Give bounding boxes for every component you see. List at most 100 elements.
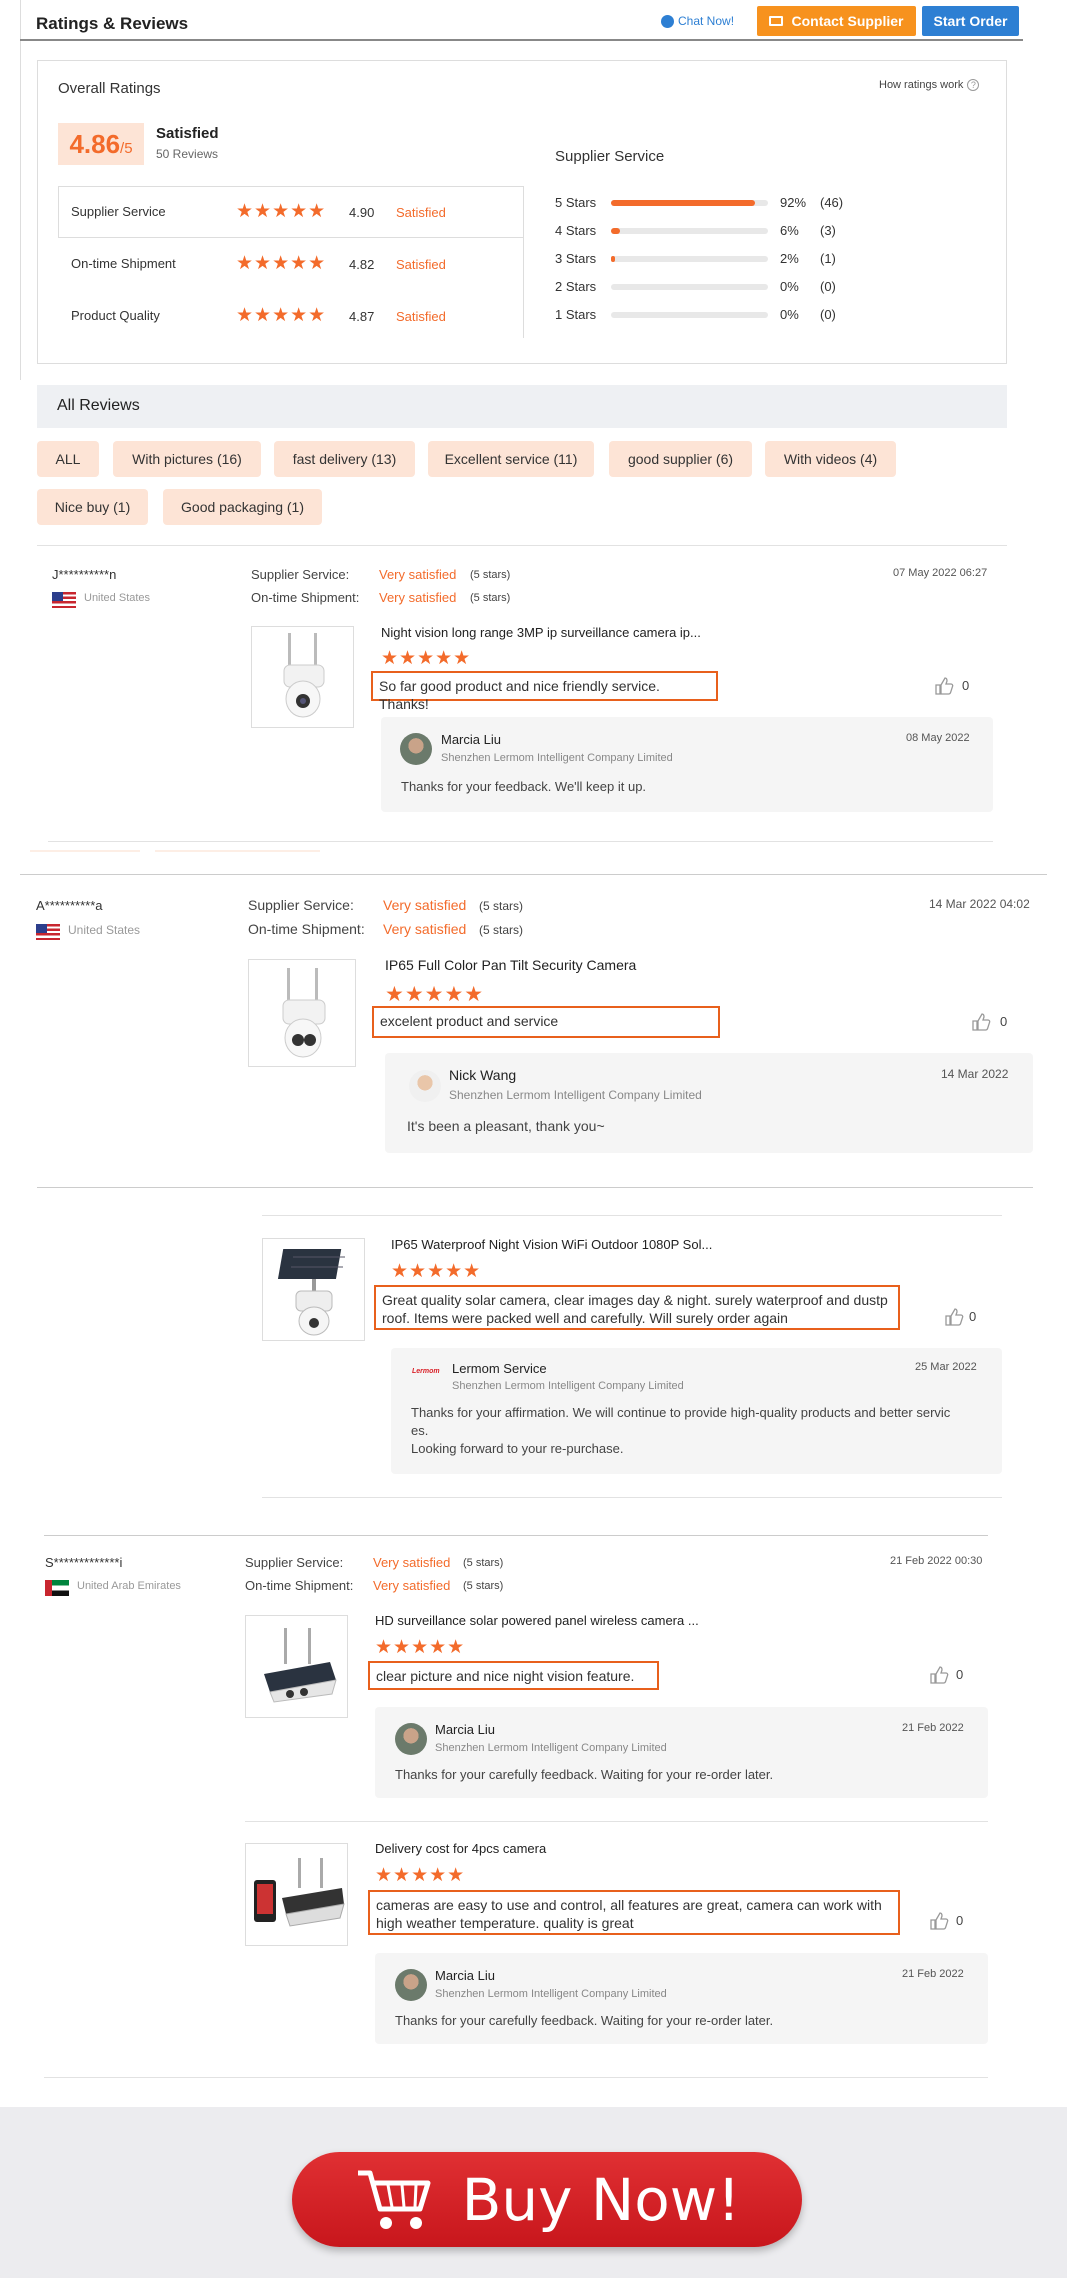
thumbs-up-icon[interactable] xyxy=(971,1012,991,1032)
buy-now-button[interactable]: Buy Now! xyxy=(292,2152,802,2247)
review-date: 21 Feb 2022 00:30 xyxy=(890,1555,983,1567)
reviewer-name: A**********a xyxy=(36,898,103,913)
reviewer-name: S*************i xyxy=(45,1555,123,1570)
star-level-percent: 0% xyxy=(780,307,799,322)
faded-chip-remnant xyxy=(155,850,320,852)
review-text-line: Great quality solar camera, clear images… xyxy=(382,1292,888,1308)
rating-row-status: Satisfied xyxy=(396,205,446,220)
review-stars-icon: ★★★★★ xyxy=(375,1636,466,1658)
product-thumbnail[interactable] xyxy=(245,1843,348,1946)
filter-chip-with-pictures[interactable]: With pictures (16) xyxy=(113,441,261,477)
filter-chip-good-packaging[interactable]: Good packaging (1) xyxy=(163,489,322,525)
ontime-shipment-label: On-time Shipment: xyxy=(248,921,365,937)
replier-company: Shenzhen Lermom Intelligent Company Limi… xyxy=(441,752,673,764)
chat-now-link[interactable]: Chat Now! xyxy=(661,14,734,28)
reply-date: 21 Feb 2022 xyxy=(902,1968,964,1980)
star-distribution-row: 4 Stars 6% (3) xyxy=(555,221,975,241)
ontime-shipment-label: On-time Shipment: xyxy=(245,1578,354,1593)
star-level-count: (46) xyxy=(820,195,844,210)
star-level-percent: 0% xyxy=(780,279,799,294)
section-divider xyxy=(37,1187,1033,1188)
thumbs-up-icon[interactable] xyxy=(929,1911,949,1931)
filter-chip-excellent-service[interactable]: Excellent service (11) xyxy=(428,441,594,477)
filter-chip-fast-delivery[interactable]: fast delivery (13) xyxy=(274,441,415,477)
star-level-label: 2 Stars xyxy=(555,279,597,294)
filter-chip-good-supplier[interactable]: good supplier (6) xyxy=(609,441,752,477)
star-level-label: 4 Stars xyxy=(555,223,597,238)
rating-row-status: Satisfied xyxy=(396,309,446,324)
envelope-icon xyxy=(769,16,784,26)
how-ratings-work-link[interactable]: How ratings work ? xyxy=(879,79,980,91)
rating-row-label: On-time Shipment xyxy=(71,256,176,271)
review-text-line: high weather temperature. quality is gre… xyxy=(376,1915,634,1931)
reply-text: Thanks for your feedback. We'll keep it … xyxy=(401,779,647,794)
header-divider xyxy=(20,39,1023,41)
overall-score-badge: 4.86 /5 xyxy=(58,123,144,165)
product-title[interactable]: Delivery cost for 4pcs camera xyxy=(375,1841,546,1856)
star-level-percent: 2% xyxy=(780,251,799,266)
review-4: S*************i United Arab Emirates Sup… xyxy=(0,1535,1067,2075)
section-divider xyxy=(44,2077,988,2078)
product-thumbnail[interactable] xyxy=(262,1238,365,1341)
reply-text: Thanks for your affirmation. We will con… xyxy=(411,1404,950,1458)
rating-row-ontime-shipment: On-time Shipment ★★★★★ 4.82 Satisfied xyxy=(58,238,524,290)
product-title[interactable]: HD surveillance solar powered panel wire… xyxy=(375,1613,699,1628)
reply-text-line: es. xyxy=(411,1423,429,1438)
like-count: 0 xyxy=(962,678,970,693)
replier-avatar xyxy=(409,1070,441,1102)
start-order-button[interactable]: Start Order xyxy=(922,6,1019,36)
review-stars-icon: ★★★★★ xyxy=(391,1260,482,1282)
supplier-service-label: Supplier Service: xyxy=(251,567,350,582)
reply-date: 21 Feb 2022 xyxy=(902,1722,964,1734)
filter-chip-with-videos[interactable]: With videos (4) xyxy=(765,441,896,477)
reviewer-country: United States xyxy=(68,923,141,937)
product-title[interactable]: IP65 Full Color Pan Tilt Security Camera xyxy=(385,957,636,973)
reply-text: Thanks for your carefully feedback. Wait… xyxy=(395,1767,774,1782)
supplier-service-rating: Very satisfied xyxy=(379,567,457,582)
reviewer-country: United Arab Emirates xyxy=(77,1580,181,1592)
review-item-divider xyxy=(245,1821,988,1822)
product-thumbnail[interactable] xyxy=(248,959,356,1067)
filter-chip-nice-buy[interactable]: Nice buy (1) xyxy=(37,489,148,525)
supplier-reply: Lermom Lermom Service Shenzhen Lermom In… xyxy=(391,1348,1002,1474)
chat-now-label: Chat Now! xyxy=(678,14,735,28)
replier-name: Marcia Liu xyxy=(435,1722,495,1737)
product-thumbnail[interactable] xyxy=(251,626,354,728)
supplier-reply: Marcia Liu Shenzhen Lermom Intelligent C… xyxy=(375,1707,988,1798)
replier-company: Shenzhen Lermom Intelligent Company Limi… xyxy=(452,1380,684,1392)
rating-row-supplier-service: Supplier Service ★★★★★ 4.90 Satisfied xyxy=(58,186,524,238)
solar-camera-image xyxy=(277,1249,345,1336)
product-thumbnail[interactable] xyxy=(245,1615,348,1718)
product-title[interactable]: IP65 Waterproof Night Vision WiFi Outdoo… xyxy=(391,1237,712,1252)
star-level-percent: 6% xyxy=(780,223,799,238)
lermom-logo: Lermom xyxy=(412,1368,440,1375)
reviewer-country: United States xyxy=(84,592,151,604)
thumbs-up-icon[interactable] xyxy=(929,1665,949,1685)
reply-date: 08 May 2022 xyxy=(906,732,970,744)
shopping-cart-icon xyxy=(357,2170,431,2229)
buy-now-label: Buy Now! xyxy=(461,2165,741,2234)
thumbs-up-icon[interactable] xyxy=(934,676,954,696)
like-count: 0 xyxy=(969,1309,977,1324)
how-ratings-work-label: How ratings work xyxy=(879,79,964,91)
chat-icon xyxy=(661,14,674,28)
review-text-line: cameras are easy to use and control, all… xyxy=(376,1897,882,1913)
star-level-label: 1 Stars xyxy=(555,307,597,322)
supplier-reply: Marcia Liu Shenzhen Lermom Intelligent C… xyxy=(381,717,993,812)
filter-chip-all[interactable]: ALL xyxy=(37,441,99,477)
supplier-service-label: Supplier Service: xyxy=(245,1555,344,1570)
thumbs-up-icon[interactable] xyxy=(944,1307,964,1327)
distribution-bar xyxy=(611,312,768,318)
overall-status: Satisfied xyxy=(156,125,219,142)
review-text: clear picture and nice night vision feat… xyxy=(368,1661,659,1690)
distribution-bar-fill xyxy=(611,256,615,262)
contact-supplier-button[interactable]: Contact Supplier xyxy=(757,6,916,36)
like-count: 0 xyxy=(956,1913,964,1928)
review-item-top-line xyxy=(262,1215,1002,1216)
reviewer-name: J**********n xyxy=(52,567,117,582)
star-level-count: (3) xyxy=(820,223,836,238)
replier-name: Nick Wang xyxy=(449,1067,517,1083)
like-count: 0 xyxy=(1000,1014,1008,1029)
product-title[interactable]: Night vision long range 3MP ip surveilla… xyxy=(381,625,701,640)
overall-score-suffix: /5 xyxy=(120,140,133,157)
